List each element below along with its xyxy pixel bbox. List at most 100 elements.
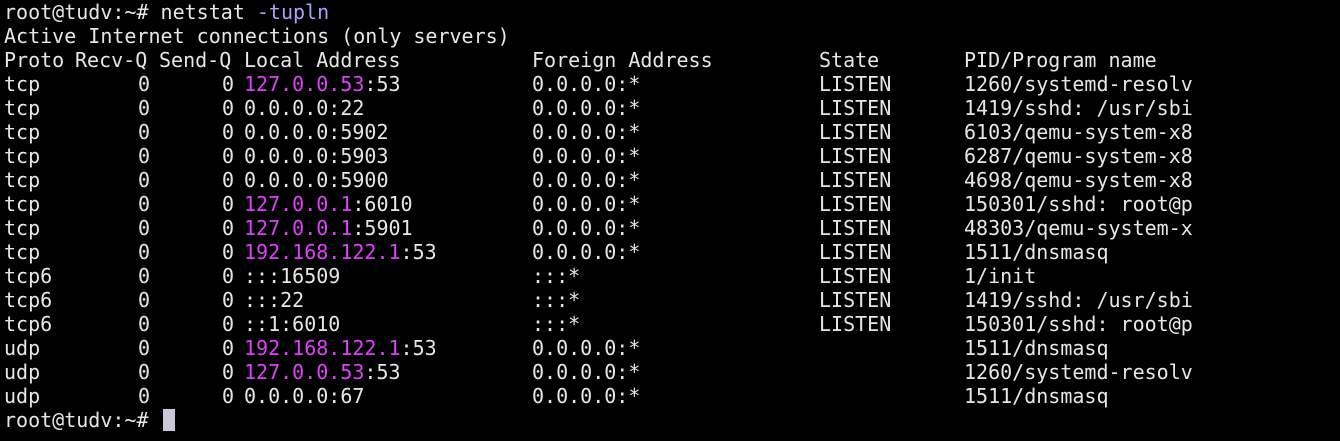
local-port: :5901 <box>352 216 413 240</box>
cell-proto: tcp <box>4 96 41 120</box>
local-ip: 0.0.0.0 <box>244 384 329 408</box>
cell-send-q: 0 <box>221 120 234 144</box>
cell-recv-q: 0 <box>137 72 150 96</box>
cell-proto: tcp <box>4 144 41 168</box>
cell-recv-q: 0 <box>137 264 150 288</box>
table-row: udp 0 0 127.0.0.53:53 0.0.0.0:* 1260/systemd-… <box>4 360 1340 384</box>
cell-send-q: 0 <box>221 312 234 336</box>
terminal-window[interactable]: root@tudv:~# netstat -tupln Active Inter… <box>0 0 1340 441</box>
cell-foreign-address: :::* <box>532 288 581 312</box>
local-ip: 127.0.0.53 <box>244 72 365 96</box>
table-row: tcp6 0 0:::22:::* LISTEN 1419/sshd: /usr/sbi <box>4 288 1340 312</box>
cell-local-address: 0.0.0.0:67 <box>244 384 364 408</box>
cell-send-q: 0 <box>221 216 234 240</box>
cell-local-address: :::22 <box>244 288 304 312</box>
cell-foreign-address: 0.0.0.0:* <box>532 384 641 408</box>
cell-foreign-address: 0.0.0.0:* <box>532 336 641 360</box>
local-ip: ::1:6010 <box>244 312 341 336</box>
cell-foreign-address: 0.0.0.0:* <box>532 216 641 240</box>
cell-send-q: 0 <box>221 96 234 120</box>
prompt: root@tudv:~# <box>4 0 149 24</box>
cell-recv-q: 0 <box>137 240 150 264</box>
local-ip: 192.168.122.1 <box>244 240 401 264</box>
cell-proto: tcp <box>4 120 41 144</box>
cell-foreign-address: 0.0.0.0:* <box>532 96 641 120</box>
table-row: udp 0 0 192.168.122.1:53 0.0.0.0:* 1511/dnsma… <box>4 336 1340 360</box>
cell-send-q: 0 <box>221 288 234 312</box>
cell-state: LISTEN <box>819 264 892 288</box>
text-cursor <box>162 409 175 431</box>
cell-foreign-address: 0.0.0.0:* <box>532 192 641 216</box>
cell-local-address: 0.0.0.0:5900 <box>244 168 389 192</box>
cell-recv-q: 0 <box>137 120 150 144</box>
cell-proto: tcp <box>4 168 41 192</box>
cell-local-address: 127.0.0.53:53 <box>244 72 401 96</box>
prompt: root@tudv:~# <box>4 408 149 432</box>
cell-recv-q: 0 <box>137 288 150 312</box>
cell-recv-q: 0 <box>137 360 150 384</box>
cell-send-q: 0 <box>221 384 234 408</box>
cell-pid-program: 6287/qemu-system-x8 <box>964 144 1193 168</box>
cell-recv-q: 0 <box>137 312 150 336</box>
cell-proto: tcp <box>4 192 41 216</box>
cell-state: LISTEN <box>819 192 892 216</box>
cell-local-address: 127.0.0.1:5901 <box>244 216 413 240</box>
local-ip: 0.0.0.0 <box>244 168 329 192</box>
local-ip: 0.0.0.0 <box>244 120 329 144</box>
cell-send-q: 0 <box>221 72 234 96</box>
cell-local-address: 192.168.122.1:53 <box>244 336 437 360</box>
cell-state: LISTEN <box>819 288 892 312</box>
cell-proto: tcp <box>4 72 41 96</box>
cell-local-address: 0.0.0.0:5902 <box>244 120 389 144</box>
local-ip: :::16509 <box>244 264 341 288</box>
cell-send-q: 0 <box>221 336 234 360</box>
local-ip: 127.0.0.1 <box>244 192 353 216</box>
cell-foreign-address: :::* <box>532 312 581 336</box>
local-ip: 192.168.122.1 <box>244 336 401 360</box>
cell-send-q: 0 <box>221 192 234 216</box>
command-name: netstat <box>160 0 245 24</box>
cell-proto: tcp6 <box>4 288 53 312</box>
local-ip: 0.0.0.0 <box>244 96 329 120</box>
cell-foreign-address: 0.0.0.0:* <box>532 72 641 96</box>
local-port: :53 <box>364 72 401 96</box>
header-proto: Proto <box>4 48 65 72</box>
cell-local-address: ::1:6010 <box>244 312 340 336</box>
cell-foreign-address: 0.0.0.0:* <box>532 120 641 144</box>
cell-pid-program: 150301/sshd: root@p <box>964 312 1193 336</box>
local-port: :5900 <box>328 168 389 192</box>
table-row: tcp6 0 0:::16509:::* LISTEN 1/init <box>4 264 1340 288</box>
command-flag: -tupln <box>256 0 330 24</box>
cell-proto: tcp6 <box>4 264 53 288</box>
cell-foreign-address: 0.0.0.0:* <box>532 360 641 384</box>
header-state: State <box>819 48 880 72</box>
prompt-line: root@tudv:~# <box>4 408 1340 432</box>
table-row: tcp 0 0 0.0.0.0:22 0.0.0.0:* LISTEN 1419/sshd:… <box>4 96 1340 120</box>
cell-state: LISTEN <box>819 120 892 144</box>
local-port: :5903 <box>328 144 389 168</box>
header-pid-program: PID/Program name <box>964 48 1157 72</box>
local-ip: 127.0.0.1 <box>244 216 353 240</box>
cell-state: LISTEN <box>819 96 892 120</box>
cell-recv-q: 0 <box>137 144 150 168</box>
cell-state: LISTEN <box>819 72 892 96</box>
local-port: :6010 <box>352 192 413 216</box>
cell-recv-q: 0 <box>137 192 150 216</box>
cell-proto: tcp6 <box>4 312 53 336</box>
cell-proto: tcp <box>4 216 41 240</box>
command-line: root@tudv:~# netstat -tupln <box>4 0 1340 24</box>
cell-proto: udp <box>4 384 41 408</box>
header-local-address: Local Address <box>244 48 401 72</box>
cell-recv-q: 0 <box>137 384 150 408</box>
cell-pid-program: 48303/qemu-system-x <box>964 216 1193 240</box>
cell-pid-program: 1260/systemd-resolv <box>964 360 1193 384</box>
table-row: tcp 0 0 127.0.0.1:5901 0.0.0.0:* LISTEN 48303/… <box>4 216 1340 240</box>
cell-pid-program: 1511/dnsmasq <box>964 384 1109 408</box>
cell-recv-q: 0 <box>137 216 150 240</box>
cell-pid-program: 150301/sshd: root@p <box>964 192 1193 216</box>
table-row: udp 0 0 0.0.0.0:67 0.0.0.0:* 1511/dnsmasq <box>4 384 1340 408</box>
cell-foreign-address: :::* <box>532 264 581 288</box>
cell-send-q: 0 <box>221 264 234 288</box>
header-foreign-address: Foreign Address <box>532 48 713 72</box>
cell-state: LISTEN <box>819 240 892 264</box>
